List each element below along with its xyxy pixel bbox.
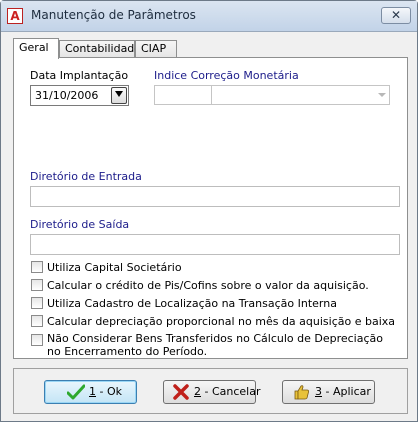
checkbox-cadastro-localizacao-label: Utiliza Cadastro de Localização na Trans… — [47, 297, 337, 310]
cancel-accelerator: 2 — [194, 385, 201, 398]
dropdown-arrow-icon[interactable] — [378, 93, 386, 97]
data-implantacao-picker[interactable]: 31/10/2006 — [30, 85, 129, 106]
indice-correcao-select[interactable] — [154, 85, 390, 105]
apply-button[interactable]: 3 - Aplicar — [282, 380, 375, 404]
diretorio-saida-input[interactable] — [30, 234, 400, 255]
window-title: Manutenção de Parâmetros — [31, 8, 196, 22]
thumbs-up-icon — [294, 385, 309, 400]
apply-accelerator: 3 — [315, 385, 322, 398]
checkbox-label-line1: Não Considerar Bens Transferidos no Cálc… — [47, 332, 383, 345]
checkbox-cadastro-localizacao[interactable] — [31, 297, 43, 309]
checkbox-capital-societario-label: Utiliza Capital Societário — [47, 261, 182, 274]
checkbox-label-line2: no Encerramento do Período. — [47, 345, 208, 358]
tab-geral[interactable]: Geral — [13, 38, 59, 59]
close-button[interactable]: ✕ — [381, 7, 411, 24]
cancel-button[interactable]: 2 - Cancelar — [163, 380, 261, 404]
cancel-label: - Cancelar — [201, 385, 261, 398]
ok-label: - Ok — [96, 385, 122, 398]
ok-button[interactable]: 1 - Ok — [44, 380, 137, 404]
checkmark-icon — [67, 384, 85, 400]
tab-contabilidade[interactable]: Contabilidade — [59, 40, 141, 58]
diretorio-entrada-input[interactable] — [30, 186, 400, 207]
checkbox-credito-pis-cofins-label: Calcular o crédito de Pis/Cofins sobre o… — [47, 279, 369, 292]
tab-panel-geral: Data Implantação 31/10/2006 Indice Corre… — [13, 57, 408, 359]
apply-label: - Aplicar — [322, 385, 371, 398]
ok-accelerator: 1 — [89, 385, 96, 398]
checkbox-depreciacao-proporcional[interactable] — [31, 315, 43, 327]
tab-ciap[interactable]: CIAP — [135, 40, 177, 58]
app-logo-icon: A — [7, 8, 23, 24]
button-bar: 1 - Ok 2 - Cancelar 3 - Aplicar — [13, 368, 408, 414]
indice-correcao-label: Indice Correção Monetária — [154, 69, 299, 82]
x-cancel-icon — [173, 384, 189, 400]
checkbox-capital-societario[interactable] — [31, 261, 43, 273]
dialog-window: A Manutenção de Parâmetros ✕ Geral Conta… — [0, 0, 418, 422]
diretorio-entrada-label: Diretório de Entrada — [30, 170, 142, 183]
indice-code-field[interactable] — [155, 86, 212, 104]
diretorio-saida-label: Diretório de Saída — [30, 218, 130, 231]
title-bar[interactable]: A Manutenção de Parâmetros ✕ — [1, 1, 417, 32]
checkbox-credito-pis-cofins[interactable] — [31, 279, 43, 291]
data-implantacao-value: 31/10/2006 — [35, 89, 99, 102]
checkbox-depreciacao-proporcional-label: Calcular depreciação proporcional no mês… — [47, 315, 396, 328]
checkbox-nao-considerar-transferidos[interactable] — [31, 334, 43, 346]
data-implantacao-label: Data Implantação — [30, 69, 129, 82]
chevron-down-icon[interactable] — [111, 87, 127, 104]
checkbox-nao-considerar-transferidos-label: Não Considerar Bens Transferidos no Cálc… — [47, 332, 383, 358]
